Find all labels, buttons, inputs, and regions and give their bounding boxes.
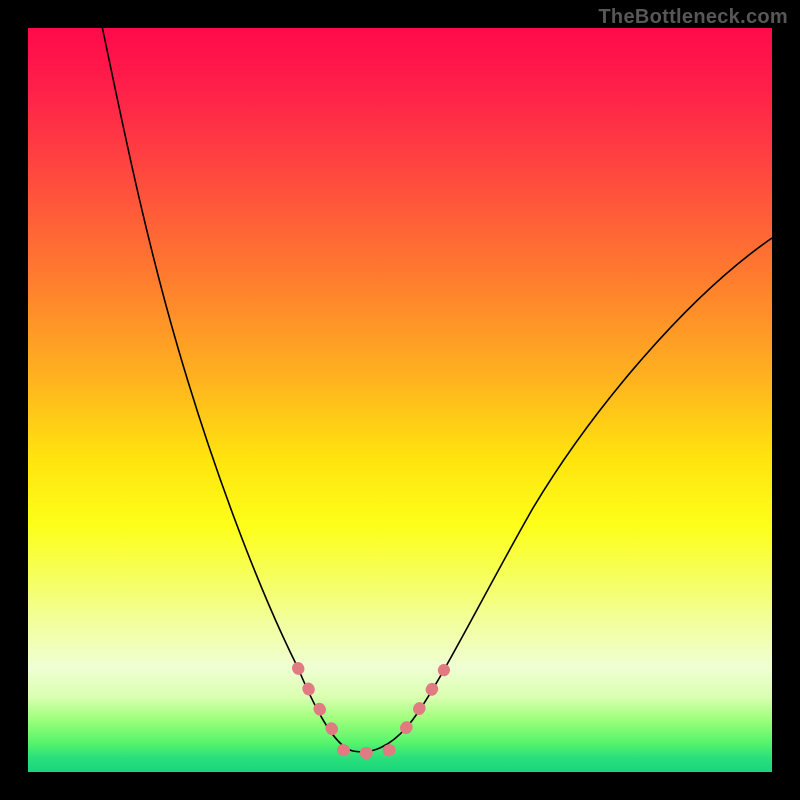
chart-frame: TheBottleneck.com bbox=[0, 0, 800, 800]
watermark-text: TheBottleneck.com bbox=[598, 6, 788, 29]
left-descent-highlight bbox=[298, 668, 338, 738]
curve-layer bbox=[28, 28, 772, 772]
bottleneck-curve bbox=[102, 28, 772, 752]
plot-area bbox=[28, 28, 772, 772]
